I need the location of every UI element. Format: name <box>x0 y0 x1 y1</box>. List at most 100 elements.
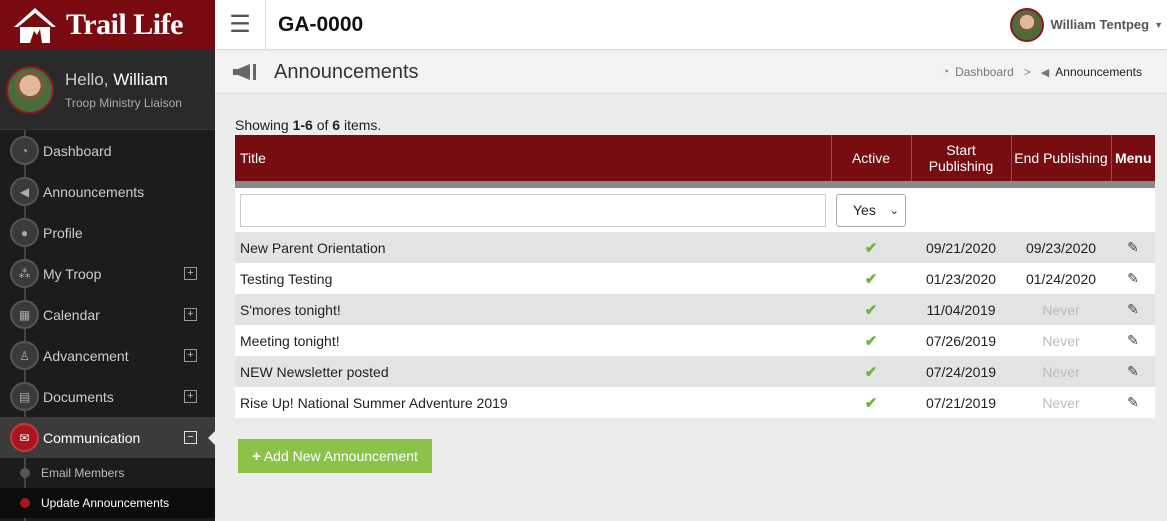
greeting-text: Hello, <box>65 69 109 89</box>
sidebar-item-my-troop[interactable]: ⁂ My Troop + <box>0 253 215 294</box>
row-title: Meeting tonight! <box>235 325 831 356</box>
chevron-down-icon: ⌄ <box>889 204 899 217</box>
sidebar-item-label: Profile <box>43 224 83 241</box>
calendar-icon: ▦ <box>10 300 39 329</box>
table-row[interactable]: New Parent Orientation ✔ 09/21/2020 09/2… <box>235 232 1155 263</box>
sidebar-item-label: Advancement <box>43 347 129 364</box>
expand-icon[interactable]: + <box>184 308 197 321</box>
dot-icon <box>20 498 30 508</box>
announcements-table: Title Active Start Publishing End Publis… <box>235 135 1155 418</box>
envelope-icon: ✉ <box>10 423 39 452</box>
row-title: S'mores tonight! <box>235 294 831 325</box>
avatar <box>1010 7 1045 42</box>
breadcrumb-current: Announcements <box>1055 65 1142 79</box>
table-row[interactable]: Rise Up! National Summer Adventure 2019 … <box>235 387 1155 418</box>
row-end-date: 09/23/2020 <box>1011 232 1111 263</box>
row-start-date: 07/21/2019 <box>911 387 1011 418</box>
sidebar-item-calendar[interactable]: ▦ Calendar + <box>0 294 215 335</box>
user-role: Troop Ministry Liaison <box>65 95 182 110</box>
row-end-date: Never <box>1011 294 1111 325</box>
row-end-date: 01/24/2020 <box>1011 263 1111 294</box>
active-caret-icon <box>208 431 215 445</box>
sidebar-item-profile[interactable]: ● Profile <box>0 212 215 253</box>
menu-toggle-icon[interactable]: ☰ <box>215 0 266 50</box>
hiker-icon: ♙ <box>10 341 39 370</box>
pencil-icon[interactable]: ✎ <box>1127 363 1139 379</box>
row-start-date: 09/21/2020 <box>911 232 1011 263</box>
main-content: Showing 1-6 of 6 items. Title Active Sta… <box>235 94 1155 473</box>
check-icon: ✔ <box>864 239 878 257</box>
column-header-start-publishing[interactable]: Start Publishing <box>911 135 1012 181</box>
sidebar-item-documents[interactable]: ▤ Documents + <box>0 376 215 417</box>
row-start-date: 07/24/2019 <box>911 356 1011 387</box>
plus-icon: + <box>252 447 261 465</box>
add-button-label: Add New Announcement <box>263 448 418 464</box>
sidebar-subitem-update-announcements[interactable]: Update Announcements <box>0 488 215 518</box>
user-icon: ● <box>10 218 39 247</box>
sidebar-item-announcements[interactable]: ◀ Announcements <box>0 171 215 212</box>
row-end-date: Never <box>1011 387 1111 418</box>
table-row[interactable]: NEW Newsletter posted ✔ 07/24/2019 Never… <box>235 356 1155 387</box>
check-icon: ✔ <box>864 394 878 412</box>
trail-life-logo-icon <box>14 8 56 43</box>
user-full-name: William Tentpeg <box>1050 17 1150 32</box>
row-end-date: Never <box>1011 325 1111 356</box>
sidebar-subitem-email-members[interactable]: Email Members <box>0 458 215 488</box>
megaphone-icon: ◀ <box>10 177 39 206</box>
column-header-active[interactable]: Active <box>831 135 912 181</box>
pencil-icon[interactable]: ✎ <box>1127 270 1139 286</box>
sidebar-subitem-label: Update Announcements <box>41 496 170 510</box>
row-start-date: 07/26/2019 <box>911 325 1011 356</box>
table-row[interactable]: Meeting tonight! ✔ 07/26/2019 Never ✎ <box>235 325 1155 356</box>
sidebar-nav: ◔ Dashboard ◀ Announcements ● Profile ⁂ … <box>0 130 215 521</box>
sidebar-item-label: My Troop <box>43 265 102 282</box>
check-icon: ✔ <box>864 301 878 319</box>
column-header-end-publishing[interactable]: End Publishing <box>1011 135 1112 181</box>
pencil-icon[interactable]: ✎ <box>1127 239 1139 255</box>
item-count-summary: Showing 1-6 of 6 items. <box>235 117 382 133</box>
sidebar-item-advancement[interactable]: ♙ Advancement + <box>0 335 215 376</box>
column-header-title[interactable]: Title <box>235 135 832 181</box>
row-end-date: Never <box>1011 356 1111 387</box>
document-icon: ▤ <box>10 382 39 411</box>
table-row[interactable]: Testing Testing ✔ 01/23/2020 01/24/2020 … <box>235 263 1155 294</box>
check-icon: ✔ <box>864 332 878 350</box>
breadcrumb: ◔ Dashboard > ◀ Announcements <box>942 65 1142 79</box>
table-row[interactable]: S'mores tonight! ✔ 11/04/2019 Never ✎ <box>235 294 1155 325</box>
add-new-announcement-button[interactable]: + Add New Announcement <box>238 439 432 473</box>
active-filter-value: Yes <box>853 202 876 218</box>
check-icon: ✔ <box>864 270 878 288</box>
column-header-menu: Menu <box>1111 135 1155 181</box>
row-title: Rise Up! National Summer Adventure 2019 <box>235 387 831 418</box>
sidebar-item-dashboard[interactable]: ◔ Dashboard <box>0 130 215 171</box>
page-header: Announcements ◔ Dashboard > ◀ Announceme… <box>215 51 1167 94</box>
row-title: NEW Newsletter posted <box>235 356 831 387</box>
sidebar-item-label: Dashboard <box>43 142 112 159</box>
dot-icon <box>20 468 30 478</box>
expand-icon[interactable]: + <box>184 349 197 362</box>
brand-logo[interactable]: Trail Life <box>0 0 215 50</box>
collapse-icon[interactable]: − <box>184 431 197 444</box>
sidebar-item-label: Calendar <box>43 306 100 323</box>
sidebar-item-label: Documents <box>43 388 114 405</box>
pencil-icon[interactable]: ✎ <box>1127 332 1139 348</box>
sidebar-item-label: Communication <box>43 429 141 446</box>
brand-name: Trail Life <box>66 8 183 41</box>
expand-icon[interactable]: + <box>184 390 197 403</box>
dashboard-icon: ◔ <box>10 136 39 165</box>
pencil-icon[interactable]: ✎ <box>1127 301 1139 317</box>
pencil-icon[interactable]: ✎ <box>1127 394 1139 410</box>
breadcrumb-dashboard-link[interactable]: Dashboard <box>955 65 1014 79</box>
expand-icon[interactable]: + <box>184 267 197 280</box>
row-start-date: 11/04/2019 <box>911 294 1011 325</box>
user-profile-box: Hello, William Troop Ministry Liaison <box>0 50 215 130</box>
user-menu[interactable]: William Tentpeg ▼ <box>1010 7 1163 42</box>
sidebar: Trail Life Hello, William Troop Ministry… <box>0 0 215 521</box>
sidebar-item-communication[interactable]: ✉ Communication − <box>0 417 215 458</box>
title-filter-input[interactable] <box>240 193 826 227</box>
user-first-name: William <box>113 69 168 89</box>
avatar[interactable] <box>6 65 54 114</box>
active-filter-select[interactable]: Yes ⌄ <box>836 193 906 227</box>
row-title: New Parent Orientation <box>235 232 831 263</box>
page-title: Announcements <box>274 60 419 83</box>
